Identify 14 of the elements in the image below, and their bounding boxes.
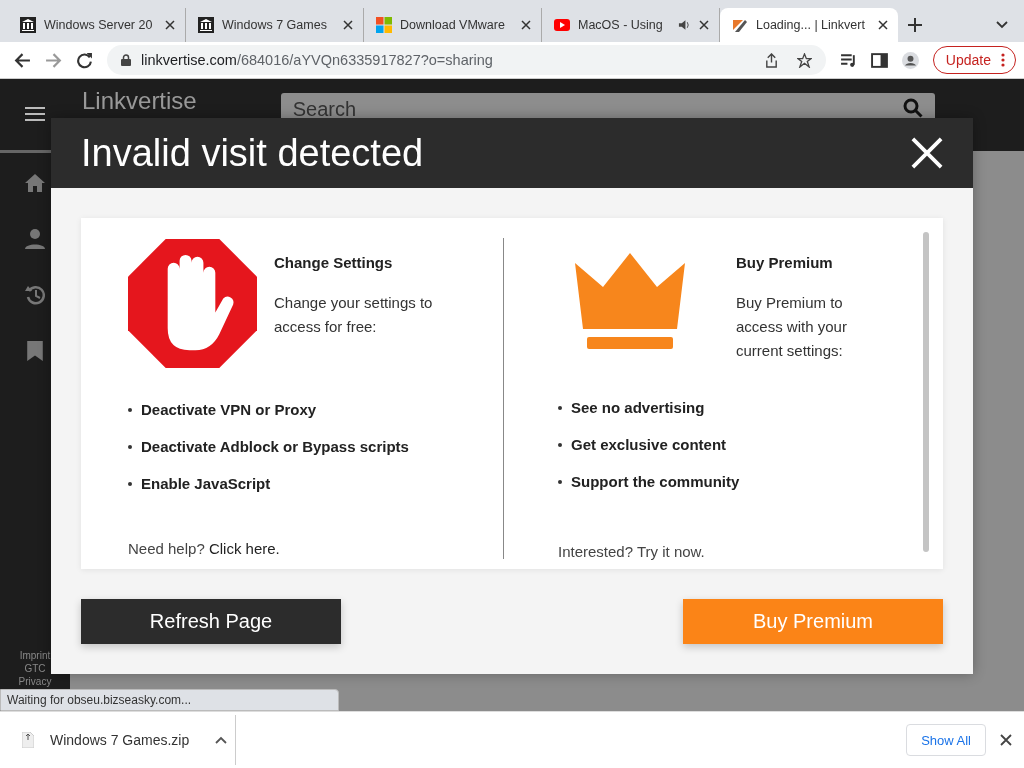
option-heading: Buy Premium (736, 254, 834, 271)
bullet-text: Deactivate Adblock or Bypass scripts (141, 438, 409, 455)
bullet-text: Enable JavaScript (141, 475, 271, 492)
promo-text: Interested? Try it now. (558, 543, 705, 560)
bullet-text: Deactivate VPN or Proxy (141, 401, 317, 418)
option-description: Change your settings to access for free: (274, 293, 434, 337)
bullet-text: See no advertising (571, 399, 705, 416)
help-text: Need help? (128, 540, 205, 557)
option-description: Buy Premium to access with your current settings: (736, 293, 848, 361)
dialog-title: Invalid visit detected (81, 131, 424, 175)
option-heading: Change Settings (274, 254, 394, 271)
status-bubble: Waiting for obseu.bizseasky.com... (0, 689, 339, 711)
bullet-text: Get exclusive content (571, 436, 727, 453)
bullet-text: Support the community (571, 473, 740, 490)
